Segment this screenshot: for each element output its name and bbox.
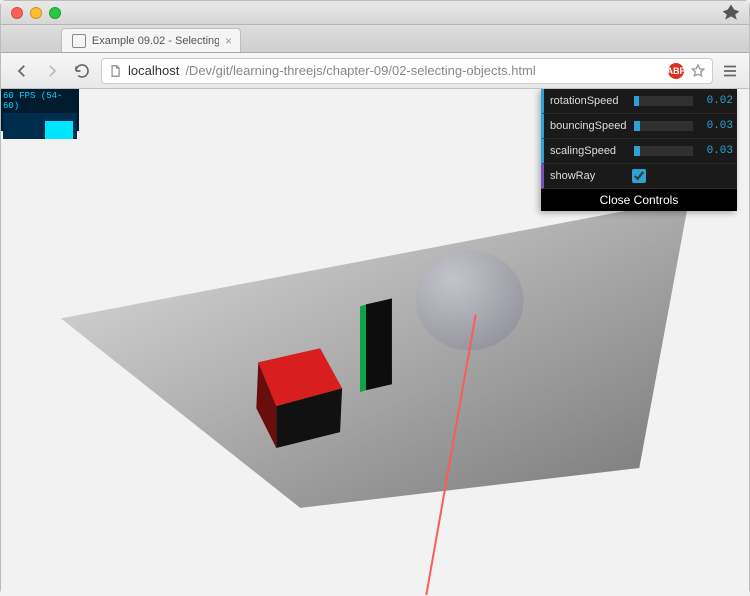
chrome-incognito-icon [721, 3, 741, 23]
abp-badge-icon[interactable]: ABP [668, 63, 684, 79]
gui-value: 0.03 [699, 120, 733, 132]
tab-title: Example 09.02 - Selecting [92, 35, 219, 47]
gui-label: rotationSpeed [550, 95, 628, 107]
gui-row-show-ray[interactable]: showRay [541, 164, 737, 189]
mac-titlebar [1, 1, 749, 25]
page-icon [108, 64, 122, 78]
fps-text: 60 FPS (54-60) [3, 91, 77, 111]
slider-bouncing-speed[interactable] [634, 121, 693, 131]
browser-toolbar: localhost /Dev/git/learning-threejs/chap… [1, 53, 749, 89]
window-close-dot[interactable] [11, 7, 23, 19]
gui-label: showRay [550, 170, 628, 182]
threejs-canvas[interactable]: 60 FPS (54-60) rotationSpeed 0.02 bounci… [1, 89, 749, 596]
gui-label: scalingSpeed [550, 145, 628, 157]
bookmark-star-icon[interactable] [690, 63, 706, 79]
window-maximize-dot[interactable] [49, 7, 61, 19]
gui-label: bouncingSpeed [550, 120, 628, 132]
url-path: /Dev/git/learning-threejs/chapter-09/02-… [185, 63, 535, 78]
fps-graph [3, 113, 77, 139]
tab-favicon [72, 34, 86, 48]
gui-close-button[interactable]: Close Controls [541, 189, 737, 211]
hamburger-menu-icon[interactable] [721, 62, 739, 80]
close-tab-icon[interactable]: × [225, 34, 232, 48]
browser-tab[interactable]: Example 09.02 - Selecting × [61, 28, 241, 52]
green-cylinder[interactable] [360, 298, 392, 392]
gui-row-scaling-speed[interactable]: scalingSpeed 0.03 [541, 139, 737, 164]
url-host: localhost [128, 63, 179, 78]
checkbox-show-ray[interactable] [632, 169, 646, 183]
gui-row-bouncing-speed[interactable]: bouncingSpeed 0.03 [541, 114, 737, 139]
gui-value: 0.02 [699, 95, 733, 107]
back-button[interactable] [11, 60, 33, 82]
address-bar[interactable]: localhost /Dev/git/learning-threejs/chap… [101, 58, 713, 84]
dat-gui-panel: rotationSpeed 0.02 bouncingSpeed 0.03 sc… [541, 89, 737, 211]
fps-stats[interactable]: 60 FPS (54-60) [1, 89, 79, 131]
window-minimize-dot[interactable] [30, 7, 42, 19]
reload-button[interactable] [71, 60, 93, 82]
gray-sphere[interactable] [416, 251, 524, 351]
slider-scaling-speed[interactable] [634, 146, 693, 156]
slider-rotation-speed[interactable] [634, 96, 693, 106]
gui-value: 0.03 [699, 145, 733, 157]
gui-row-rotation-speed[interactable]: rotationSpeed 0.02 [541, 89, 737, 114]
forward-button[interactable] [41, 60, 63, 82]
tab-strip: Example 09.02 - Selecting × [1, 25, 749, 53]
